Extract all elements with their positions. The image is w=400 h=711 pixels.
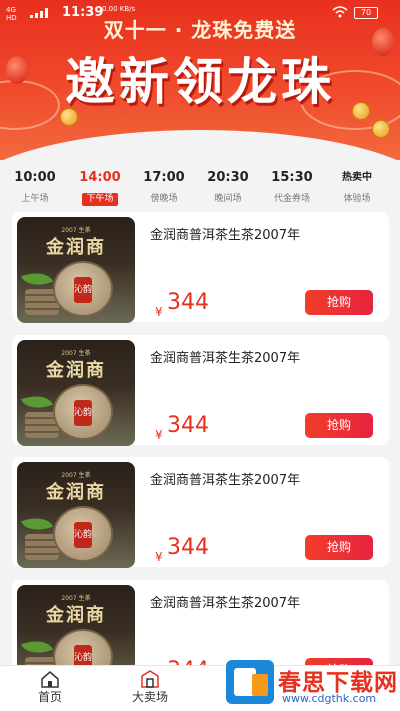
tab-label: 晚间场 — [214, 194, 242, 204]
tab-session-3[interactable]: 17:00 傍晚场 — [136, 170, 192, 206]
buy-button[interactable]: 抢购 — [305, 290, 373, 315]
tab-time: 20:30 — [207, 170, 249, 185]
tab-label: 上午场 — [21, 194, 49, 204]
price-currency: ¥ — [155, 305, 163, 319]
banner-subtitle: 双十一 · 龙珠免费送 — [103, 18, 297, 42]
product-image[interactable]: 2007 生茶 金润商 沁韵 — [17, 462, 135, 568]
watermark-logo — [226, 660, 274, 704]
network-speed: 0.00 KB/s — [102, 5, 136, 13]
nav-label: 大卖场 — [131, 690, 168, 704]
tab-label: 体验场 — [343, 194, 371, 204]
tab-time: 15:30 — [271, 170, 313, 185]
tab-label: 下午场 — [82, 193, 118, 206]
product-image[interactable]: 2007 生茶 金润商 沁韵 — [17, 340, 135, 446]
coin-icon — [372, 120, 390, 138]
nav-label: 首页 — [37, 690, 62, 704]
product-price: 344 — [167, 535, 209, 560]
nav-store[interactable]: 大卖场 — [115, 670, 185, 706]
tab-session-2[interactable]: 14:00 下午场 — [72, 170, 128, 206]
product-price: 344 — [167, 413, 209, 438]
product-title[interactable]: 金润商普洱茶生茶2007年 — [150, 592, 300, 611]
nav-home[interactable]: 首页 — [15, 670, 85, 706]
tab-session-1[interactable]: 10:00 上午场 — [7, 170, 63, 206]
tab-time: 热卖中 — [342, 172, 372, 183]
product-title[interactable]: 金润商普洱茶生茶2007年 — [150, 347, 300, 366]
tab-time: 17:00 — [143, 170, 185, 185]
product-card[interactable]: 2007 生茶 金润商 沁韵 金润商普洱茶生茶2007年 ¥ 344 抢购 — [12, 335, 389, 446]
session-tabs: 10:00 上午场 14:00 下午场 17:00 傍晚场 20:30 晚间场 … — [0, 170, 400, 210]
product-title[interactable]: 金润商普洱茶生茶2007年 — [150, 224, 300, 243]
tab-session-5[interactable]: 15:30 代金券场 — [264, 170, 320, 206]
watermark-url: www.cdgthk.com — [282, 692, 377, 705]
store-icon — [141, 670, 159, 688]
product-image[interactable]: 2007 生茶 金润商 沁韵 — [17, 217, 135, 323]
promo-banner[interactable]: 4G HD 11:39 0.00 KB/s 70 双十一 · 龙珠免费送 邀新领… — [0, 0, 400, 160]
tab-session-4[interactable]: 20:30 晚间场 — [200, 170, 256, 206]
tab-label: 代金券场 — [273, 194, 310, 204]
product-card[interactable]: 2007 生茶 金润商 沁韵 金润商普洱茶生茶2007年 ¥ 344 抢购 — [12, 212, 389, 323]
price-currency: ¥ — [155, 428, 163, 442]
banner-title: 邀新领龙珠 — [65, 53, 335, 111]
product-price: 344 — [167, 290, 209, 315]
product-card[interactable]: 2007 生茶 金润商 沁韵 金润商普洱茶生茶2007年 ¥ 344 抢购 — [12, 457, 389, 568]
tab-session-6[interactable]: 热卖中 体验场 — [329, 170, 385, 206]
product-title[interactable]: 金润商普洱茶生茶2007年 — [150, 469, 300, 488]
buy-button[interactable]: 抢购 — [305, 413, 373, 438]
tab-time: 10:00 — [14, 170, 56, 185]
buy-button[interactable]: 抢购 — [305, 535, 373, 560]
tab-label: 傍晚场 — [150, 194, 178, 204]
price-currency: ¥ — [155, 550, 163, 564]
tab-time: 14:00 — [79, 170, 121, 185]
home-icon — [41, 671, 59, 688]
